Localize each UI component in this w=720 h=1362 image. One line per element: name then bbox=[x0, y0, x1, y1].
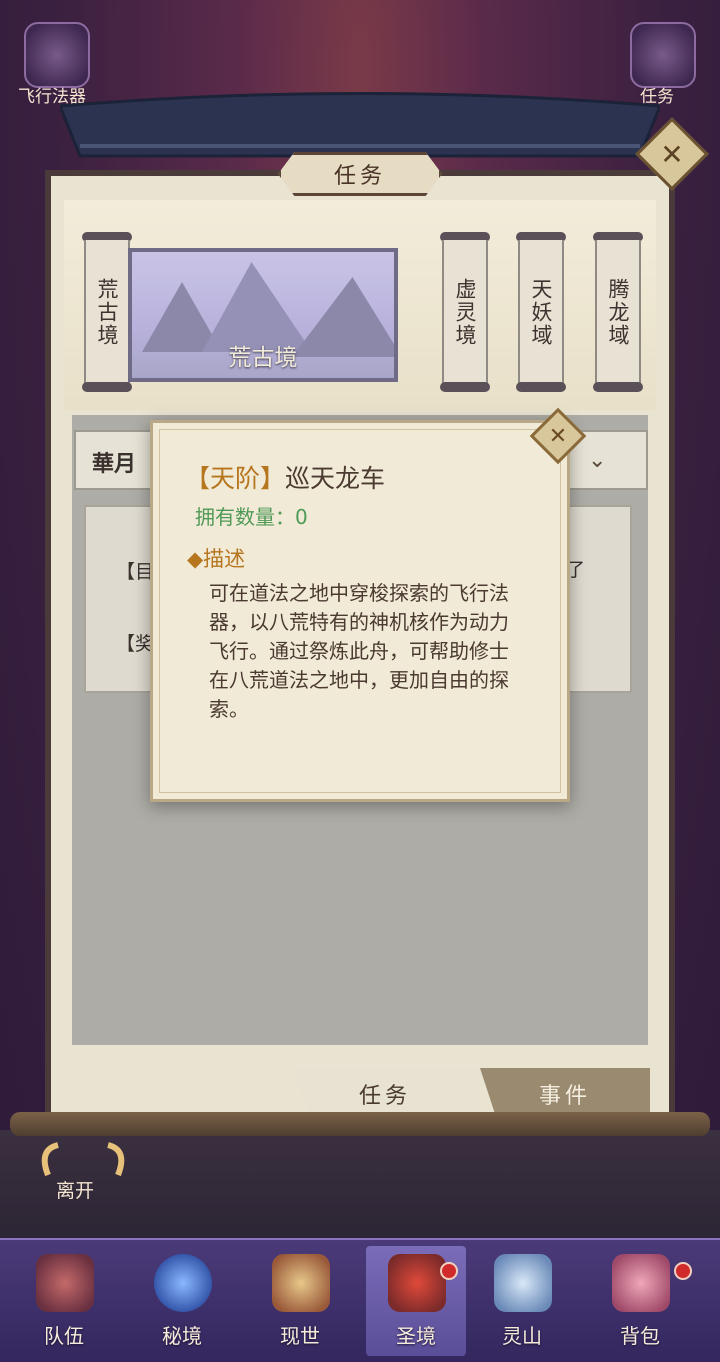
nav-label: 背包 bbox=[620, 1324, 660, 1348]
description-text: 可在道法之地中穿梭探索的飞行法器，以八荒特有的神机核作为动力飞行。通过祭炼此舟，… bbox=[209, 581, 509, 721]
task-reward-label: 【奖 bbox=[116, 633, 155, 655]
nav-label: 秘境 bbox=[162, 1324, 202, 1348]
scroll-body: 虚灵境 bbox=[442, 240, 488, 384]
description-heading: ◆描述 bbox=[187, 547, 246, 571]
nav-spirit-mountain[interactable]: 灵山 bbox=[472, 1246, 572, 1356]
task-goal-label: 【目 bbox=[116, 561, 155, 583]
flying-artifact-icon[interactable] bbox=[24, 22, 90, 88]
nav-present-world[interactable]: 现世 bbox=[250, 1246, 350, 1356]
vortex-icon bbox=[154, 1254, 212, 1312]
item-name: 巡天龙车 bbox=[285, 464, 386, 493]
backpack-icon bbox=[612, 1254, 670, 1312]
region-scroll-tianyao[interactable]: 天妖域 bbox=[516, 232, 566, 392]
map-caption: 荒古境 bbox=[228, 345, 298, 371]
region-label: 腾龙域 bbox=[606, 277, 630, 347]
region-scroll-xuling[interactable]: 虚灵境 bbox=[440, 232, 490, 392]
nav-label: 现世 bbox=[280, 1324, 320, 1348]
item-title: 【天阶】巡天龙车 bbox=[185, 459, 385, 495]
horn-icon bbox=[41, 1142, 125, 1177]
nav-secret-realm[interactable]: 秘境 bbox=[132, 1246, 232, 1356]
chevron-down-icon[interactable]: ⌄ bbox=[588, 448, 606, 473]
nav-label: 灵山 bbox=[502, 1324, 542, 1348]
scroll-body: 荒古境 bbox=[84, 240, 130, 384]
nav-team[interactable]: 队伍 bbox=[14, 1246, 114, 1356]
nav-backpack[interactable]: 背包 bbox=[590, 1246, 690, 1356]
region-label: 天妖域 bbox=[529, 277, 553, 347]
region-map-card[interactable]: 荒古境 bbox=[128, 248, 398, 382]
region-scroll-selected[interactable]: 荒古境 bbox=[82, 232, 132, 392]
notification-dot bbox=[674, 1262, 692, 1280]
item-tooltip: 【天阶】巡天龙车 拥有数量：0 ◆描述 可在道法之地中穿梭探索的飞行法器，以八荒… bbox=[150, 420, 570, 802]
leave-label: 离开 bbox=[56, 1180, 95, 1202]
region-label: 荒古境 bbox=[95, 277, 119, 347]
item-grade: 【天阶】 bbox=[185, 464, 286, 493]
nav-label: 队伍 bbox=[44, 1324, 84, 1348]
region-scroll-tenglong[interactable]: 腾龙域 bbox=[593, 232, 643, 392]
scroll-body: 天妖域 bbox=[518, 240, 564, 384]
world-scroll-icon bbox=[272, 1254, 330, 1312]
quest-scroll-icon[interactable] bbox=[630, 22, 696, 88]
scroll-rod bbox=[516, 382, 566, 392]
task-group-title: 華月 bbox=[92, 451, 137, 477]
scroll-rod bbox=[82, 382, 132, 392]
nav-label: 圣境 bbox=[396, 1324, 436, 1348]
scroll-rod bbox=[593, 382, 643, 392]
notification-dot bbox=[440, 1262, 458, 1280]
frame-bottom-beam bbox=[10, 1112, 710, 1136]
leave-button[interactable]: 离开 bbox=[28, 1140, 138, 1202]
scroll-body: 腾龙域 bbox=[595, 240, 641, 384]
region-label: 虚灵境 bbox=[453, 277, 477, 347]
team-icon bbox=[36, 1254, 94, 1312]
mountain-icon bbox=[494, 1254, 552, 1312]
close-icon: ✕ bbox=[548, 423, 568, 449]
palace-icon bbox=[388, 1254, 446, 1312]
window-title: 任务 bbox=[278, 152, 442, 196]
close-icon: ✕ bbox=[660, 137, 684, 171]
scroll-rod bbox=[440, 382, 490, 392]
item-owned-count: 拥有数量：0 bbox=[195, 505, 308, 529]
